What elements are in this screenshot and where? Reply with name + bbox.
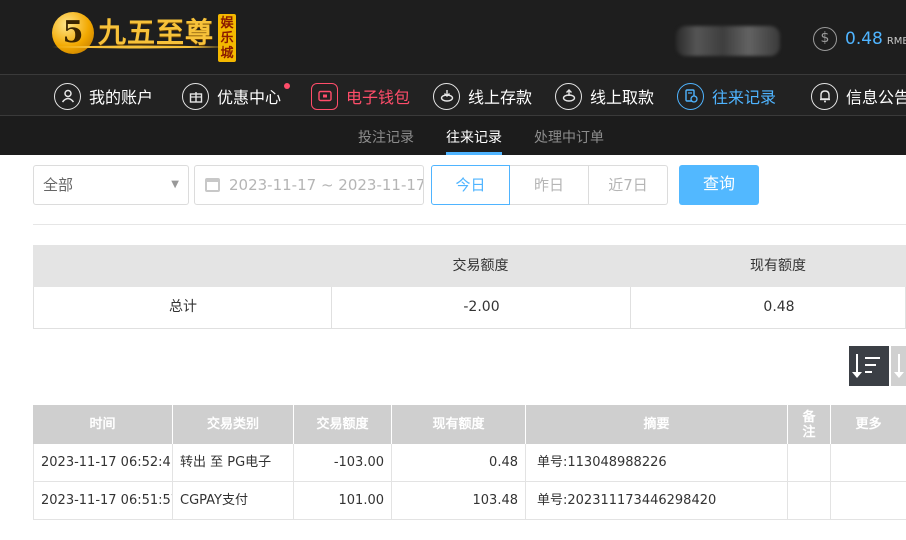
summary-total-balance: 0.48 [763,299,795,315]
records-icon [677,82,704,110]
cell-note [788,444,831,481]
table-row[interactable]: 2023-11-17 06:52:41 转出 至 PG电子 -103.00 0.… [33,444,906,482]
summary-header-amount: 交易额度 [452,258,509,274]
cell-balance: 0.48 [392,444,526,481]
quick-range-7days[interactable]: 近7日 [589,165,668,205]
tab-transaction-records[interactable]: 往来记录 [446,127,502,147]
summary-header-balance: 现有额度 [750,258,806,274]
sort-bar [865,357,880,359]
nav-item-label: 优惠中心 [217,88,282,107]
cell-balance: 103.48 [392,482,526,519]
nav-item-label: 信息公告 [846,88,906,107]
nav-item-my-account[interactable]: 我的账户 [54,81,153,111]
cell-note [788,482,831,519]
cell-time: 2023-11-17 06:52:41 [34,444,173,481]
cell-amount: 101.00 [294,482,392,519]
table-row[interactable]: 2023-11-17 06:51:57 CGPAY支付 101.00 103.4… [33,482,906,520]
balance-currency: RMB [886,36,906,47]
nav-item-label: 往来记录 [712,88,777,107]
nav-item-label: 我的账户 [89,88,154,107]
nav-item-e-wallet[interactable]: 电子钱包 [311,81,410,111]
logo-badge: 娱乐城 [218,14,237,62]
summary-total-label: 总计 [169,299,197,315]
col-header-summary: 摘要 [525,405,787,444]
masked-username [676,26,780,56]
sort-bar [865,371,872,373]
sort-desc-icon [852,354,862,378]
cell-time: 2023-11-17 06:51:57 [34,482,173,519]
bell-icon [811,82,838,110]
date-range-value: 2023-11-17 ~ 2023-11-17 [229,176,424,194]
cell-category: CGPAY支付 [173,482,294,519]
user-icon [54,82,81,110]
col-header-time: 时间 [89,417,116,432]
main-nav: 我的账户 优惠中心 电子钱包 线上存款 线上取款 往来记录 信息公告 [0,74,906,116]
caret-down-icon: ▼ [171,179,179,190]
tab-bet-records[interactable]: 投注记录 [358,127,414,147]
nav-item-announcements[interactable]: 信息公告 [811,81,906,111]
nav-item-label: 线上存款 [468,88,533,107]
quick-range-today[interactable]: 今日 [431,165,510,205]
records-header: 时间 交易类别 交易额度 现有额度 摘要 备注 更多 [33,405,906,444]
nav-item-online-deposit[interactable]: 线上存款 [433,81,532,111]
cell-summary: 单号:113048988226 [526,444,788,481]
tab-pending-orders[interactable]: 处理中订单 [534,127,604,147]
nav-item-online-withdraw[interactable]: 线上取款 [555,81,654,111]
col-header-more: 更多 [830,405,906,444]
active-tab-underline [446,152,502,155]
summary-row: 总计 -2.00 0.48 [33,287,906,329]
withdraw-icon [555,82,582,110]
wallet-icon [311,82,338,110]
divider [33,224,906,225]
col-header-note: 备注 [787,405,830,444]
records-table: 时间 交易类别 交易额度 现有额度 摘要 备注 更多 2023-11-17 06… [33,405,906,520]
cell-summary: 单号:202311173446298420 [526,482,788,519]
cell-amount: -103.00 [294,444,392,481]
transaction-type-select[interactable]: 全部 ▼ [33,165,189,205]
summary-header: 交易额度 现有额度 [33,245,906,287]
select-value: 全部 [43,176,74,194]
col-header-category: 交易类别 [172,405,293,444]
top-header: 5 九五至尊 娱乐城 $ 0.48 RMB [0,0,906,74]
sort-bar [865,364,876,366]
logo-swoosh-decoration [52,45,228,49]
calendar-icon [205,178,220,192]
coin-icon: $ [813,27,837,51]
balance-amount: 0.48 [845,29,883,49]
summary-table: 交易额度 现有额度 总计 -2.00 0.48 [33,245,906,329]
nav-item-promotions[interactable]: 优惠中心 [182,81,291,111]
site-logo[interactable]: 5 九五至尊 娱乐城 [52,12,237,62]
summary-header-blank [33,245,331,287]
balance-display[interactable]: 0.48 RMB [845,28,906,53]
cell-more[interactable] [831,482,906,519]
notification-dot [284,83,291,89]
nav-item-label: 电子钱包 [346,88,411,107]
nav-item-transaction-records[interactable]: 往来记录 [677,81,776,111]
sort-desc-button[interactable] [849,346,889,386]
gift-icon [182,82,209,110]
quick-range-yesterday[interactable]: 昨日 [510,165,589,205]
summary-total-amount: -2.00 [463,299,500,315]
col-header-balance: 现有额度 [391,405,525,444]
sort-asc-icon [894,354,904,378]
sort-asc-button[interactable] [891,346,906,386]
nav-item-label: 线上取款 [590,88,655,107]
col-header-amount: 交易额度 [293,405,391,444]
deposit-icon [433,82,460,110]
date-range-input[interactable]: 2023-11-17 ~ 2023-11-17 [194,165,424,205]
query-button[interactable]: 查询 [679,165,759,205]
cell-category: 转出 至 PG电子 [173,444,294,481]
sub-nav: 投注记录 往来记录 处理中订单 [0,116,906,155]
cell-more[interactable] [831,444,906,481]
